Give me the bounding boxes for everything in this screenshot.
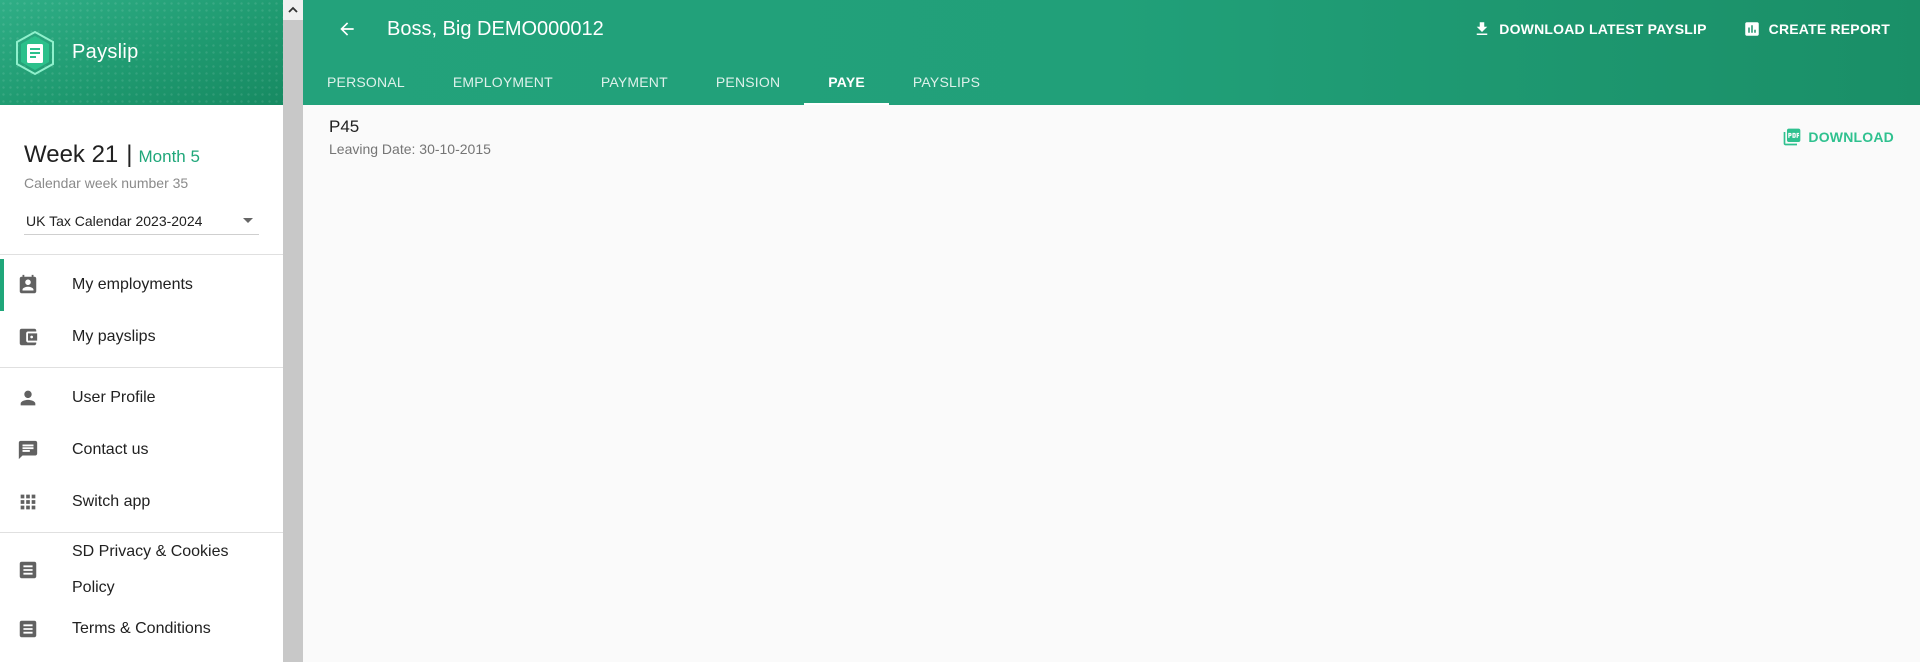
brand-header: Payslip <box>0 0 283 105</box>
document-title: P45 <box>329 117 360 136</box>
sidebar: Payslip Week 21 | Month 5 Calendar week … <box>0 0 283 662</box>
chat-icon <box>0 439 72 461</box>
week-title: Week 21 <box>24 141 119 168</box>
back-arrow-icon[interactable] <box>333 15 361 43</box>
wallet-icon <box>0 326 72 348</box>
tab-payslips[interactable]: PAYSLIPS <box>889 58 1004 105</box>
download-p45-button[interactable]: DOWNLOAD <box>1782 127 1894 147</box>
week-month: Month 5 <box>138 147 200 166</box>
nav-label: My payslips <box>72 328 156 345</box>
p45-row: P45 Leaving Date: 30-10-2015 DOWNLOAD <box>329 117 1894 157</box>
nav-item-my-employments[interactable]: My employments <box>0 259 283 311</box>
nav-item-terms-conditions[interactable]: Terms & Conditions <box>0 607 283 651</box>
nav-item-user-profile[interactable]: User Profile <box>0 372 283 424</box>
tab-paye[interactable]: PAYE <box>804 58 889 105</box>
pdf-icon <box>1784 128 1801 146</box>
nav-primary: My employments My payslips <box>0 255 283 368</box>
week-info: Week 21 | Month 5 Calendar week number 3… <box>0 105 283 255</box>
create-report-button[interactable]: CREATE REPORT <box>1743 20 1890 38</box>
week-subtitle: Calendar week number 35 <box>24 175 189 191</box>
nav-label: Switch app <box>72 493 151 510</box>
nav-label: User Profile <box>72 389 156 406</box>
app-bar: Boss, Big DEMO000012 DOWNLOAD LATEST PAY… <box>303 0 1920 105</box>
document-icon <box>0 618 72 640</box>
tax-calendar-select[interactable]: UK Tax Calendar 2023-2024 <box>24 207 259 235</box>
nav-item-switch-app[interactable]: Switch app <box>0 476 283 528</box>
employee-title: Boss, Big DEMO000012 <box>387 17 604 40</box>
nav-label: Terms & Conditions <box>72 620 211 637</box>
tab-bar: PERSONAL EMPLOYMENT PAYMENT PENSION PAYE… <box>303 58 1920 105</box>
create-report-label: CREATE REPORT <box>1768 21 1890 37</box>
scroll-up-arrow-icon[interactable] <box>283 0 303 20</box>
leaving-date: Leaving Date: 30-10-2015 <box>329 141 491 157</box>
nav-label: My employments <box>72 276 193 293</box>
nav-item-contact-us[interactable]: Contact us <box>0 424 283 476</box>
employment-badge-icon <box>0 274 72 296</box>
download-latest-label: DOWNLOAD LATEST PAYSLIP <box>1499 21 1707 37</box>
main-content: Boss, Big DEMO000012 DOWNLOAD LATEST PAY… <box>303 0 1920 662</box>
download-icon <box>1477 22 1488 35</box>
nav-item-privacy-policy[interactable]: SD Privacy & Cookies Policy <box>0 533 283 607</box>
brand-name: Payslip <box>72 41 139 63</box>
download-latest-payslip-button[interactable]: DOWNLOAD LATEST PAYSLIP <box>1473 20 1706 38</box>
tab-pension[interactable]: PENSION <box>692 58 804 105</box>
download-label: DOWNLOAD <box>1808 129 1894 145</box>
nav-legal: SD Privacy & Cookies Policy Terms & Cond… <box>0 533 283 651</box>
nav-label: SD Privacy & Cookies Policy <box>72 543 229 596</box>
tax-calendar-value: UK Tax Calendar 2023-2024 <box>26 212 203 229</box>
person-icon <box>0 387 72 409</box>
grid-icon <box>0 491 72 513</box>
nav-item-my-payslips[interactable]: My payslips <box>0 311 283 363</box>
document-icon <box>0 559 72 581</box>
nav-label: Contact us <box>72 441 149 458</box>
paye-content: P45 Leaving Date: 30-10-2015 DOWNLOAD <box>303 105 1920 169</box>
sidebar-scrollbar[interactable] <box>283 0 303 662</box>
tab-payment[interactable]: PAYMENT <box>577 58 692 105</box>
payslip-logo-icon <box>16 30 54 75</box>
dropdown-caret-icon <box>243 218 253 223</box>
week-separator: | <box>126 141 133 168</box>
bar-chart-icon <box>1744 22 1759 36</box>
tab-employment[interactable]: EMPLOYMENT <box>429 58 577 105</box>
tab-personal[interactable]: PERSONAL <box>303 58 429 105</box>
nav-secondary: User Profile Contact us Switch app <box>0 368 283 533</box>
